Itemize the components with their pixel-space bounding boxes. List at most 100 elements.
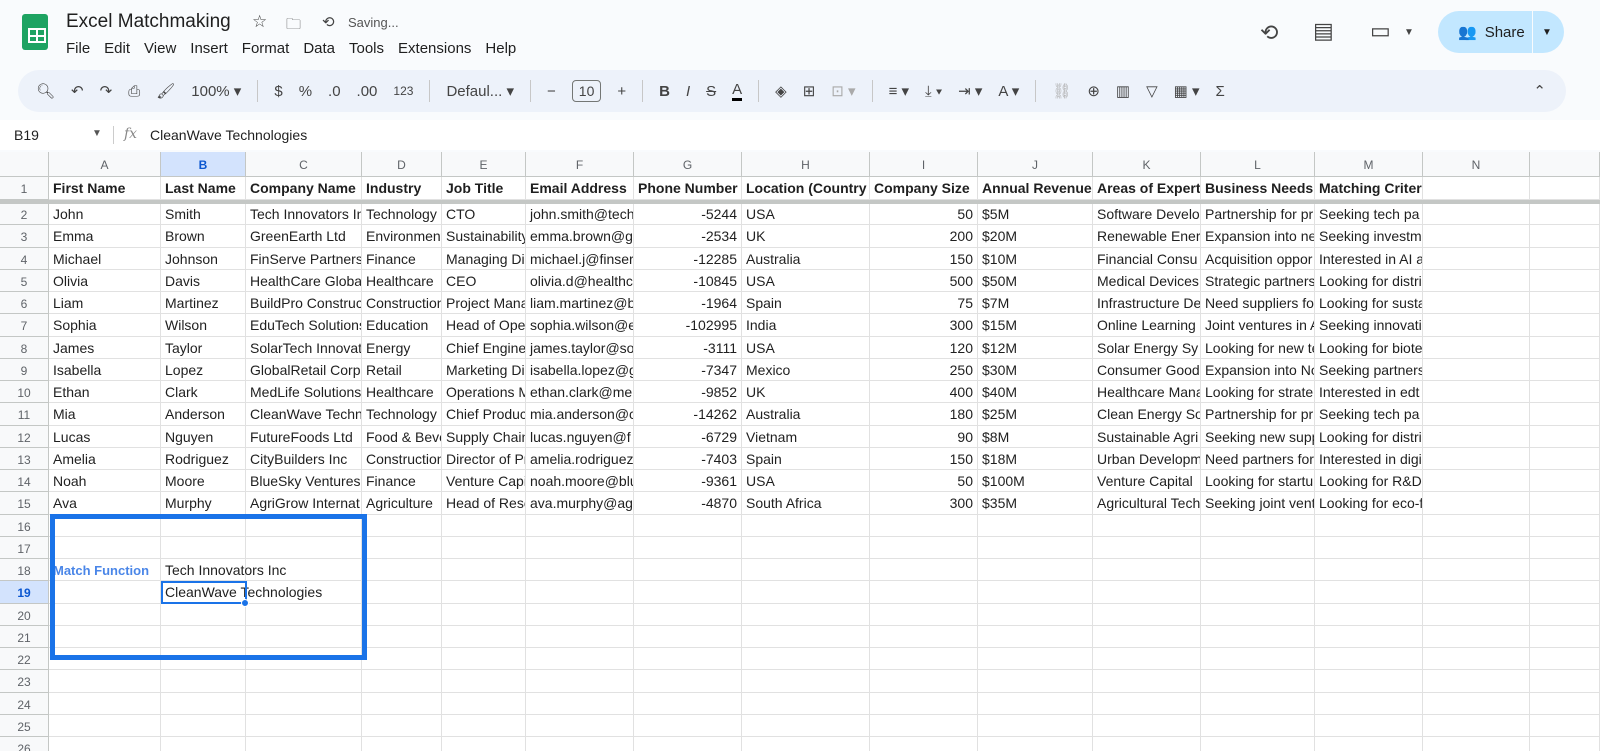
fill-color-icon[interactable]: ◈ [775, 82, 787, 100]
data-cell[interactable]: -7347 [634, 358, 742, 381]
cell[interactable] [1423, 292, 1530, 315]
data-cell[interactable]: Rodriguez [161, 447, 246, 470]
data-cell[interactable]: CityBuilders Inc [246, 447, 362, 470]
data-cell[interactable]: Online Learning [1093, 314, 1201, 337]
row-header-8[interactable]: 8 [0, 336, 49, 359]
cell[interactable] [1423, 737, 1530, 751]
data-cell[interactable]: HealthCare Global [246, 269, 362, 292]
search-icon[interactable]: 🔍︎ [36, 82, 55, 100]
data-cell[interactable]: 150 [870, 247, 978, 270]
row-header-5[interactable]: 5 [0, 269, 49, 292]
cell[interactable] [1423, 314, 1530, 337]
cell[interactable] [1093, 670, 1201, 693]
cell[interactable] [1423, 648, 1530, 671]
row-header-11[interactable]: 11 [0, 403, 49, 426]
menu-file[interactable]: File [66, 40, 90, 57]
italic-button[interactable]: I [686, 83, 690, 100]
cell[interactable] [1201, 714, 1315, 737]
active-cell-b19[interactable] [161, 581, 247, 604]
data-cell[interactable]: emma.brown@g [526, 225, 634, 248]
paint-format-icon[interactable]: 🖌︎ [156, 82, 175, 100]
data-cell[interactable]: sophia.wilson@e [526, 314, 634, 337]
column-header-extra[interactable] [1530, 152, 1600, 177]
data-cell[interactable]: Technology [362, 203, 442, 226]
header-cell[interactable]: Job Title [442, 177, 526, 200]
header-cell[interactable]: Company Size [870, 177, 978, 200]
cell[interactable] [1530, 648, 1600, 671]
data-cell[interactable]: Murphy [161, 492, 246, 515]
data-cell[interactable]: Vietnam [742, 425, 870, 448]
cell[interactable] [1423, 358, 1530, 381]
cell[interactable] [1093, 603, 1201, 626]
data-cell[interactable]: 50 [870, 203, 978, 226]
data-cell[interactable]: Interested in AI a [1315, 247, 1423, 270]
header-cell[interactable]: Location (Country [742, 177, 870, 200]
cell[interactable] [1315, 581, 1423, 604]
cell[interactable] [1530, 358, 1600, 381]
data-cell[interactable]: -3111 [634, 336, 742, 359]
data-cell[interactable]: -9361 [634, 470, 742, 493]
menu-extensions[interactable]: Extensions [398, 40, 471, 57]
cell[interactable] [1201, 737, 1315, 751]
data-cell[interactable]: $25M [978, 403, 1093, 426]
data-cell[interactable]: Australia [742, 403, 870, 426]
data-cell[interactable]: Tech Innovators Inc [246, 203, 362, 226]
data-cell[interactable]: Johnson [161, 247, 246, 270]
data-cell[interactable]: Retail [362, 358, 442, 381]
data-cell[interactable]: 200 [870, 225, 978, 248]
column-header-h[interactable]: H [742, 152, 870, 177]
text-wrap-icon[interactable]: ⇥ ▾ [958, 82, 982, 100]
cell[interactable] [246, 737, 362, 751]
data-cell[interactable]: Chief Produc [442, 403, 526, 426]
data-cell[interactable]: Ava [49, 492, 161, 515]
cell[interactable] [1423, 692, 1530, 715]
data-cell[interactable]: isabella.lopez@g [526, 358, 634, 381]
data-cell[interactable]: Construction [362, 447, 442, 470]
cell[interactable] [1093, 692, 1201, 715]
cell[interactable] [742, 692, 870, 715]
data-cell[interactable]: 180 [870, 403, 978, 426]
data-cell[interactable]: Looking for eco-f [1315, 492, 1423, 515]
data-cell[interactable]: Healthcare Mana [1093, 381, 1201, 404]
cell[interactable] [246, 670, 362, 693]
increase-decimal-button[interactable]: .00 [357, 83, 378, 100]
data-cell[interactable]: john.smith@tech [526, 203, 634, 226]
cell[interactable] [1423, 269, 1530, 292]
data-cell[interactable]: Construction [362, 292, 442, 315]
frozen-row-divider[interactable] [0, 200, 1600, 204]
undo-icon[interactable]: ↶ [71, 82, 84, 100]
cell[interactable] [1530, 670, 1600, 693]
cell[interactable] [362, 648, 442, 671]
column-header-i[interactable]: I [870, 152, 978, 177]
cell[interactable] [1530, 177, 1600, 200]
cell[interactable] [442, 714, 526, 737]
cell[interactable] [870, 648, 978, 671]
data-cell[interactable]: BuildPro Construc [246, 292, 362, 315]
data-cell[interactable]: CleanWave Techn [246, 403, 362, 426]
data-cell[interactable]: -5244 [634, 203, 742, 226]
data-cell[interactable]: Medical Devices [1093, 269, 1201, 292]
data-cell[interactable]: Technology [362, 403, 442, 426]
cell[interactable] [161, 670, 246, 693]
menu-data[interactable]: Data [303, 40, 335, 57]
data-cell[interactable]: Looking for startu [1201, 470, 1315, 493]
cell[interactable] [1530, 381, 1600, 404]
data-cell[interactable]: FinServe Partners [246, 247, 362, 270]
data-cell[interactable]: -2534 [634, 225, 742, 248]
data-cell[interactable]: 250 [870, 358, 978, 381]
data-cell[interactable]: Sustainability [442, 225, 526, 248]
fill-handle[interactable] [241, 599, 249, 607]
data-cell[interactable]: Director of Pr [442, 447, 526, 470]
row-header-7[interactable]: 7 [0, 314, 49, 337]
cell[interactable] [1201, 692, 1315, 715]
cell[interactable] [1530, 470, 1600, 493]
cell[interactable] [246, 692, 362, 715]
data-cell[interactable]: Seeking partners [1315, 358, 1423, 381]
data-cell[interactable]: amelia.rodriguez [526, 447, 634, 470]
data-cell[interactable]: Healthcare [362, 381, 442, 404]
data-cell[interactable]: South Africa [742, 492, 870, 515]
data-cell[interactable]: Chief Engine [442, 336, 526, 359]
data-cell[interactable]: Looking for new te [1201, 336, 1315, 359]
cell[interactable] [1315, 648, 1423, 671]
data-cell[interactable]: $5M [978, 203, 1093, 226]
